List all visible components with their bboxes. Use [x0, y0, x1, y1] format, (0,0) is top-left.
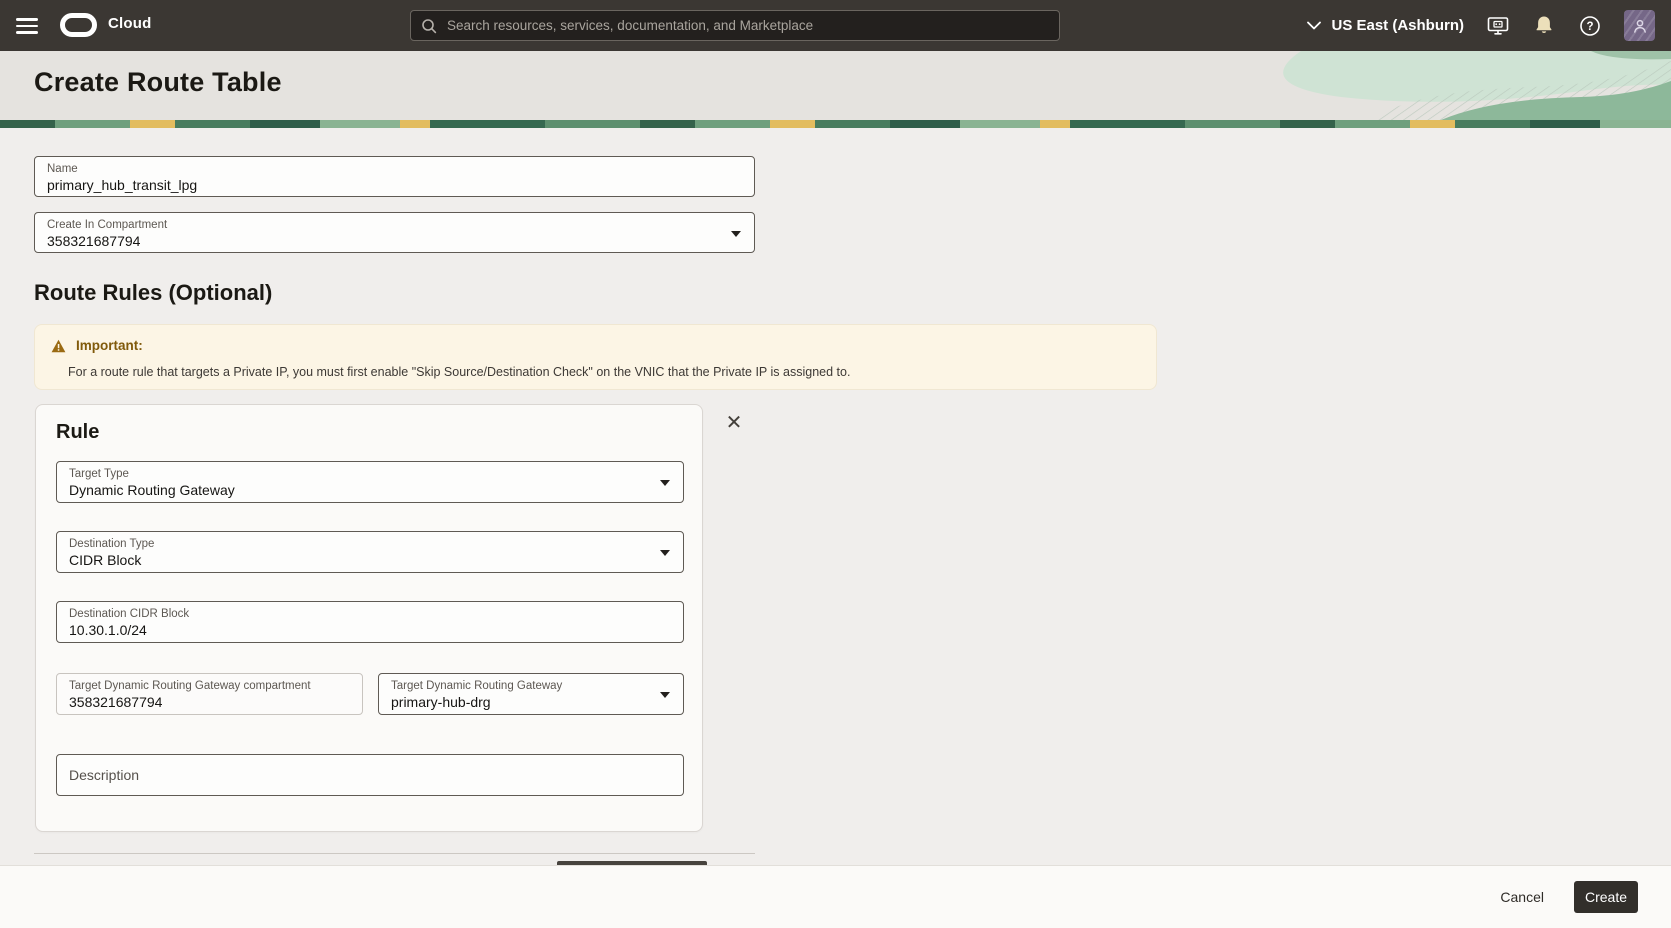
region-label: US East (Ashburn) — [1331, 17, 1464, 34]
cancel-button[interactable]: Cancel — [1500, 889, 1544, 905]
destination-cidr-field[interactable]: Destination CIDR Block — [56, 601, 684, 643]
create-button[interactable]: Create — [1574, 881, 1638, 913]
close-rule-icon[interactable]: ✕ — [721, 410, 747, 436]
brand-label: Cloud — [108, 15, 152, 32]
region-selector[interactable]: US East (Ashburn) — [1307, 17, 1464, 34]
topbar: Cloud US East (Ashburn) — [0, 0, 1671, 51]
oracle-logo-icon[interactable] — [60, 13, 97, 37]
warning-triangle-icon — [51, 339, 66, 353]
action-footer: Cancel Create — [0, 865, 1671, 928]
rule-card-title: Rule — [56, 421, 99, 444]
destination-cidr-label: Destination CIDR Block — [69, 607, 649, 621]
chevron-down-icon — [660, 692, 670, 698]
drg-select-value: primary-hub-drg — [391, 693, 649, 711]
description-field[interactable] — [56, 754, 684, 796]
hamburger-menu-icon[interactable] — [16, 14, 40, 36]
banner-decoration — [1111, 51, 1671, 120]
user-avatar[interactable] — [1624, 10, 1655, 41]
compartment-select[interactable]: Create In Compartment 358321687794 — [34, 212, 755, 253]
drg-compartment-value: 358321687794 — [69, 693, 328, 711]
person-icon — [1632, 18, 1648, 34]
search-icon — [421, 18, 437, 34]
section-divider — [34, 853, 755, 854]
warning-title: Important: — [76, 338, 143, 353]
compartment-select-value: 358321687794 — [47, 232, 720, 250]
route-rules-heading: Route Rules (Optional) — [34, 280, 272, 306]
drg-compartment-field: Target Dynamic Routing Gateway compartme… — [56, 673, 363, 715]
notifications-bell-icon[interactable] — [1532, 14, 1556, 38]
drg-select-label: Target Dynamic Routing Gateway — [391, 679, 649, 693]
chevron-down-icon — [660, 550, 670, 556]
chevron-down-icon — [731, 231, 741, 237]
drg-select[interactable]: Target Dynamic Routing Gateway primary-h… — [378, 673, 684, 715]
banner-pattern-strip — [0, 120, 1671, 128]
global-search[interactable] — [410, 10, 1060, 41]
page-header-banner: Create Route Table — [0, 51, 1671, 120]
cloud-shell-icon[interactable] — [1486, 14, 1510, 38]
rule-card: Rule Target Type Dynamic Routing Gateway… — [35, 404, 703, 832]
compartment-select-label: Create In Compartment — [47, 218, 720, 232]
description-input[interactable] — [69, 767, 671, 783]
destination-type-select[interactable]: Destination Type CIDR Block — [56, 531, 684, 573]
destination-type-label: Destination Type — [69, 537, 649, 551]
search-input[interactable] — [447, 18, 1049, 33]
create-route-table-page: Cloud US East (Ashburn) — [0, 0, 1671, 928]
target-type-label: Target Type — [69, 467, 649, 481]
page-title: Create Route Table — [34, 67, 282, 98]
name-input[interactable] — [47, 177, 720, 193]
svg-text:?: ? — [1586, 21, 1593, 33]
chevron-down-icon — [660, 480, 670, 486]
drg-compartment-label: Target Dynamic Routing Gateway compartme… — [69, 679, 328, 693]
important-warning-banner: Important: For a route rule that targets… — [34, 324, 1157, 390]
name-field-label: Name — [47, 162, 720, 176]
topbar-right: US East (Ashburn) — [1307, 0, 1655, 51]
destination-cidr-input[interactable] — [69, 622, 649, 638]
help-icon[interactable]: ? — [1578, 14, 1602, 38]
target-type-select[interactable]: Target Type Dynamic Routing Gateway — [56, 461, 684, 503]
chevron-down-icon — [1307, 21, 1321, 30]
name-field[interactable]: Name — [34, 156, 755, 197]
destination-type-value: CIDR Block — [69, 551, 649, 569]
target-type-value: Dynamic Routing Gateway — [69, 481, 649, 499]
warning-body: For a route rule that targets a Private … — [68, 365, 850, 379]
